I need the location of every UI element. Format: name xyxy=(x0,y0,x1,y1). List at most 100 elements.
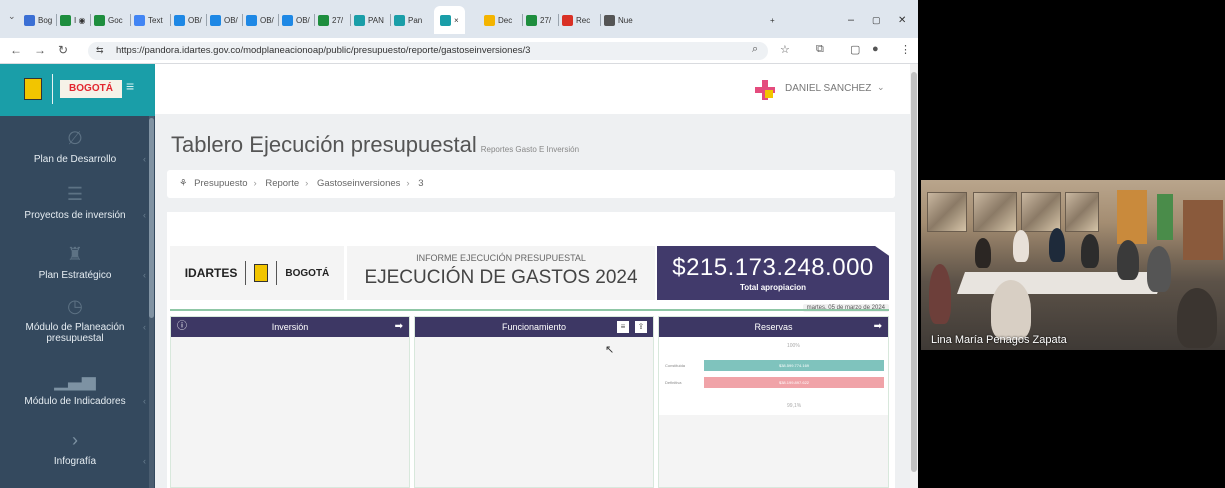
maximize-button[interactable]: ▢ xyxy=(872,9,881,31)
page-title: Tablero Ejecución presupuestal Reportes G… xyxy=(171,132,580,157)
sidebar-item[interactable]: ∅ Plan de Desarrollo ‹ xyxy=(0,128,150,165)
tab-favicon-icon xyxy=(94,14,105,26)
video-call-tile: Lina María Penagos Zapata xyxy=(921,180,1225,350)
breadcrumb-presupuesto[interactable]: Presupuesto xyxy=(194,178,247,189)
tab-separator xyxy=(90,14,91,26)
breadcrumb-id: 3 xyxy=(418,178,424,189)
profile-icon[interactable]: ● xyxy=(872,43,879,55)
browser-tab[interactable]: Dec xyxy=(484,9,512,31)
sidebar-item-icon: ▁▃▅ xyxy=(54,370,96,390)
minimize-button[interactable]: – xyxy=(848,9,854,31)
close-window-button[interactable]: ✕ xyxy=(898,9,906,31)
card-title-inversion: Inversión xyxy=(271,322,309,332)
browser-tab[interactable]: Rec xyxy=(562,9,590,31)
info-icon[interactable]: ⓘ xyxy=(177,317,187,337)
browser-tab[interactable]: OB/ xyxy=(210,9,238,31)
menu-kebab-icon[interactable]: ⋮ xyxy=(900,43,911,56)
tab-label: Goc xyxy=(108,15,123,25)
bogota-shield-icon xyxy=(24,78,42,100)
tab-separator xyxy=(600,14,601,26)
tab-label: PAN xyxy=(368,15,384,25)
sidebar-item[interactable]: ◷ Módulo de Planeación presupuestal ‹ xyxy=(0,296,150,344)
tab-label: OB/ xyxy=(224,15,238,25)
total-amount: $215.173.248.000 xyxy=(672,254,874,281)
sidebar-scrollbar[interactable] xyxy=(149,116,154,488)
tab-favicon-icon xyxy=(354,14,365,26)
tab-favicon-icon xyxy=(24,14,35,26)
sidebar-item-icon: › xyxy=(72,430,78,450)
reservas-label-constituida: Constituida xyxy=(665,363,686,368)
breadcrumb-reporte[interactable]: Reporte xyxy=(265,178,299,189)
user-avatar-icon[interactable] xyxy=(755,80,775,100)
tab-bar: ⌄ Bog I ◉ Goc Text OB/OB/OB/OB/27/PAN Pan × Dec… xyxy=(0,0,918,38)
sidebar-item[interactable]: › Infografía ‹ xyxy=(0,430,150,467)
new-tab-button[interactable]: + xyxy=(770,9,775,31)
sidebar-item[interactable]: ♜ Plan Estratégico ‹ xyxy=(0,244,150,281)
chevron-left-icon: ‹ xyxy=(143,154,146,164)
filter-icon[interactable]: ≡ xyxy=(617,321,629,333)
reservas-bar-definitiva: $38.199.897.622 xyxy=(704,377,884,388)
sidebar-item[interactable]: ▁▃▅ Módulo de Indicadores ‹ xyxy=(0,370,150,407)
site-info-icon[interactable]: ⇆ xyxy=(96,45,104,56)
browser-tab[interactable]: OB/ xyxy=(174,9,202,31)
page-scrollbar[interactable] xyxy=(910,64,918,488)
report-heading: INFORME EJECUCIÓN PRESUPUESTAL EJECUCIÓN… xyxy=(347,246,655,300)
chevron-left-icon: ‹ xyxy=(143,210,146,220)
forward-icon[interactable]: → xyxy=(34,43,46,57)
zoom-icon[interactable]: ⌕ xyxy=(752,43,758,56)
user-dropdown-icon[interactable]: ⌄ xyxy=(877,82,885,93)
bogota-logo-report: BOGOTÁ xyxy=(285,267,330,279)
reservas-top-pct: 100% xyxy=(787,343,800,349)
browser-tab[interactable]: 27/ xyxy=(526,9,551,31)
tab-separator xyxy=(206,14,207,26)
card-inversion: ⓘ Inversión ➡ xyxy=(170,316,410,488)
browser-tab[interactable]: I ◉ xyxy=(60,9,85,31)
tab-label: Nue xyxy=(618,15,633,25)
sidebar: BOGOTÁ ≡ ∅ Plan de Desarrollo ‹ ☰ Proyectos … xyxy=(0,64,155,488)
tab-label: OB/ xyxy=(296,15,310,25)
tab-label: × xyxy=(454,15,459,25)
tab-label: I ◉ xyxy=(74,15,86,25)
bookmark-star-icon[interactable]: ☆ xyxy=(780,43,790,56)
breadcrumb-home-icon: ⚘ xyxy=(179,178,188,189)
total-label: Total apropiacion xyxy=(739,283,807,292)
chevron-left-icon: ‹ xyxy=(143,456,146,466)
extensions-icon[interactable]: ⧉ xyxy=(816,43,824,56)
sidebar-item[interactable]: ☰ Proyectos de inversión ‹ xyxy=(0,184,150,221)
reservas-bar-constituida: $38.599.774.169 xyxy=(704,360,884,371)
chevron-left-icon: ‹ xyxy=(143,270,146,280)
browser-tab[interactable]: OB/ xyxy=(282,9,310,31)
browser-tab[interactable]: Text xyxy=(134,9,163,31)
breadcrumb-gastos[interactable]: Gastoseinversiones xyxy=(317,178,400,189)
arrow-right-icon[interactable]: ➡ xyxy=(395,317,403,337)
tab-search-icon[interactable]: ⌄ xyxy=(8,11,16,22)
reservas-label-definitiva: Definitiva xyxy=(665,380,682,385)
browser-window: ⌄ Bog I ◉ Goc Text OB/OB/OB/OB/27/PAN Pan × Dec… xyxy=(0,0,918,488)
logo-divider xyxy=(52,74,53,104)
arrow-right-icon[interactable]: ➡ xyxy=(874,317,882,337)
tab-label: 27/ xyxy=(540,15,552,25)
tab-favicon-icon xyxy=(562,14,573,26)
reload-icon[interactable]: ↻ xyxy=(58,43,68,57)
idartes-logo: IDARTES xyxy=(184,266,238,280)
sidebar-item-label: Módulo de Planeación presupuestal xyxy=(25,322,125,344)
browser-tab[interactable]: PAN xyxy=(354,9,384,31)
reservas-bottom-pct: 99,1% xyxy=(787,403,802,409)
sidepanel-icon[interactable]: ▢ xyxy=(850,43,860,56)
tab-label: Rec xyxy=(576,15,591,25)
tab-separator xyxy=(242,14,243,26)
back-icon[interactable]: ← xyxy=(10,43,22,57)
browser-tab[interactable]: Pan xyxy=(394,9,422,31)
tab-label: Bog xyxy=(38,15,53,25)
browser-tab[interactable]: Goc xyxy=(94,9,123,31)
browser-tab[interactable]: 27/ xyxy=(318,9,343,31)
url-field[interactable]: https://pandora.idartes.gov.co/modplanea… xyxy=(88,42,768,60)
browser-tab[interactable]: Nue xyxy=(604,9,633,31)
browser-tab[interactable]: Bog xyxy=(24,9,52,31)
hamburger-menu-icon[interactable]: ≡ xyxy=(126,78,134,94)
user-name[interactable]: DANIEL SANCHEZ xyxy=(785,83,871,94)
tab-separator xyxy=(56,14,57,26)
browser-tab[interactable]: × xyxy=(434,6,465,34)
browser-tab[interactable]: OB/ xyxy=(246,9,274,31)
export-icon[interactable]: ⇪ xyxy=(635,321,647,333)
